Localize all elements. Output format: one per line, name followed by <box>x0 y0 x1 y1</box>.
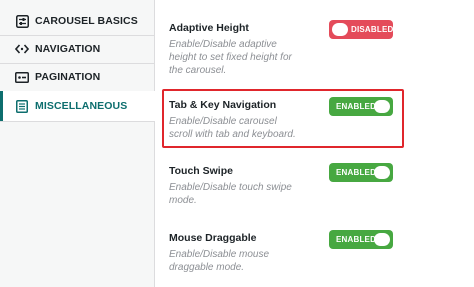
settings-sidebar: CAROUSEL BASICS NAVIGATION PAGINATION MI… <box>0 0 156 287</box>
toggle-knob <box>374 166 390 179</box>
sidebar-item-label: MISCELLANEOUS <box>35 100 128 112</box>
sidebar-item-label: CAROUSEL BASICS <box>35 15 138 27</box>
sidebar-item-pagination[interactable]: PAGINATION <box>0 63 155 91</box>
setting-title: Mouse Draggable <box>169 232 257 244</box>
toggle-label: ENABLED <box>336 168 377 177</box>
setting-adaptive-height: Adaptive Height Enable/Disable adaptive … <box>169 20 459 77</box>
mouse-draggable-toggle[interactable]: ENABLED <box>329 230 393 249</box>
sidebar-item-label: NAVIGATION <box>35 43 101 55</box>
toggle-label: ENABLED <box>336 235 377 244</box>
setting-description: Enable/Disable touch swipe mode. <box>169 182 292 206</box>
sidebar-item-carousel-basics[interactable]: CAROUSEL BASICS <box>0 7 155 35</box>
toggle-knob <box>374 233 390 246</box>
sidebar-item-navigation[interactable]: NAVIGATION <box>0 35 155 63</box>
toggle-label: DISABLED <box>351 25 394 34</box>
highlight-box <box>162 89 404 148</box>
list-icon <box>14 99 30 113</box>
setting-mouse-draggable: Mouse Draggable Enable/Disable mouse dra… <box>169 230 459 274</box>
sliders-icon <box>14 14 30 28</box>
code-arrows-icon <box>14 44 30 54</box>
setting-description: Enable/Disable mouse draggable mode. <box>169 249 270 273</box>
sidebar-item-label: PAGINATION <box>35 71 101 83</box>
pagination-icon <box>14 71 30 83</box>
sidebar-item-miscellaneous[interactable]: MISCELLANEOUS <box>0 91 156 121</box>
adaptive-height-toggle[interactable]: DISABLED <box>329 20 393 39</box>
touch-swipe-toggle[interactable]: ENABLED <box>329 163 393 182</box>
divider <box>0 121 155 122</box>
setting-touch-swipe: Touch Swipe Enable/Disable touch swipe m… <box>169 163 459 207</box>
setting-description: Enable/Disable adaptive height to set fi… <box>169 39 292 76</box>
setting-title: Touch Swipe <box>169 165 233 177</box>
toggle-knob <box>332 23 348 36</box>
setting-title: Adaptive Height <box>169 22 249 34</box>
